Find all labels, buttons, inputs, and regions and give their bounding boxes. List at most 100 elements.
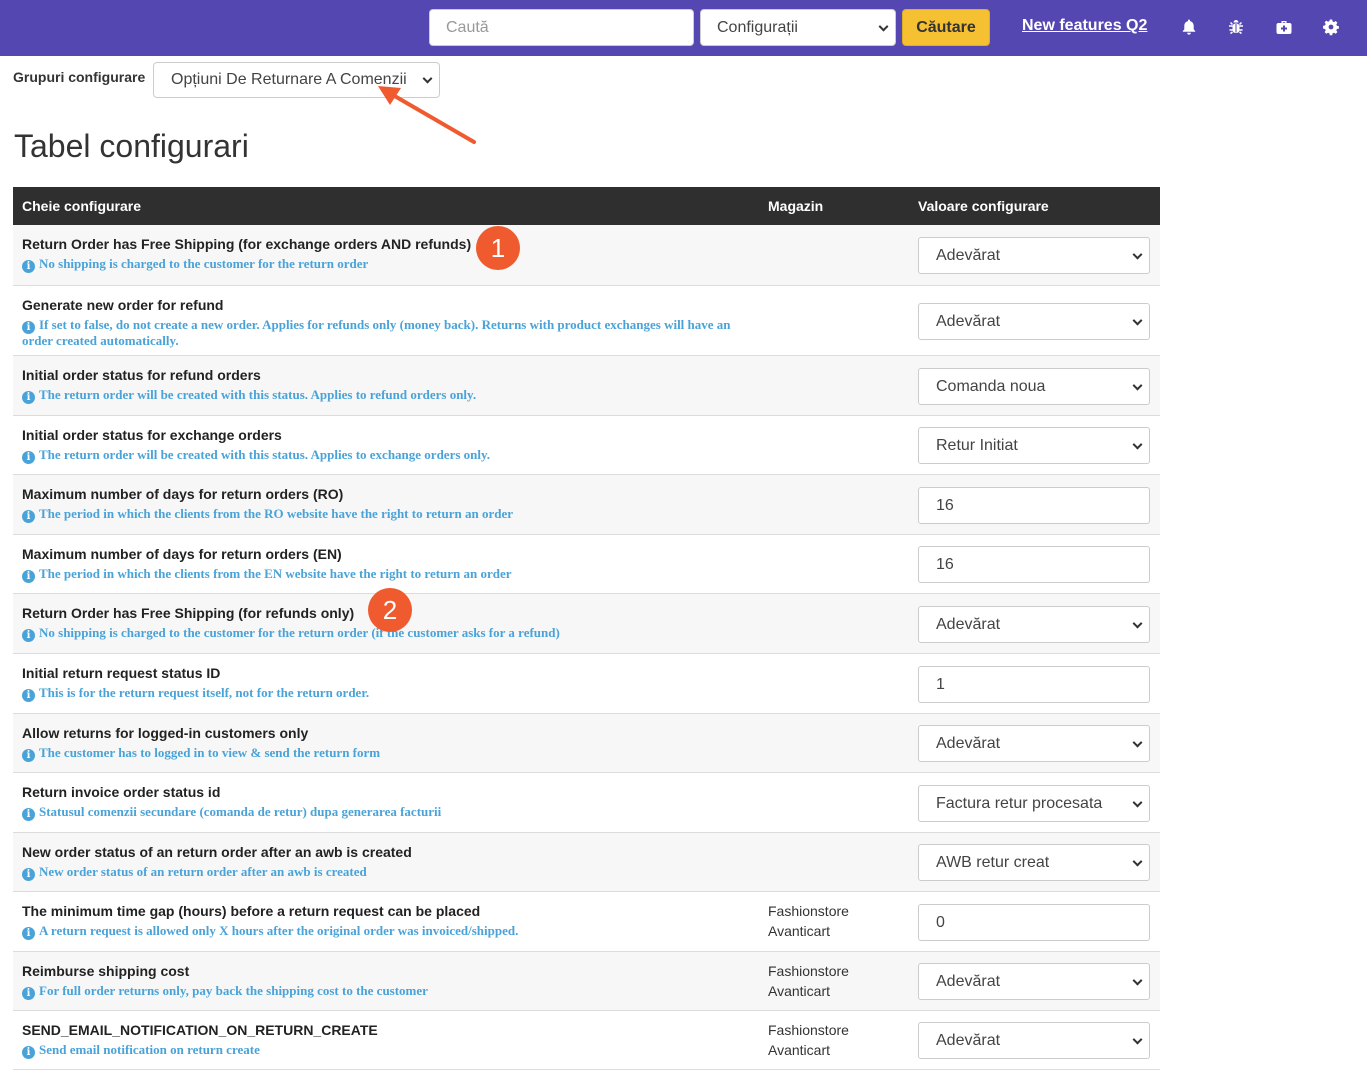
table-body: Return Order has Free Shipping (for exch… (13, 225, 1160, 1070)
config-value-select[interactable]: Comanda noua (918, 368, 1150, 405)
chevron-down-icon (1132, 797, 1143, 808)
config-key-description-text: The return order will be created with th… (39, 447, 491, 462)
config-value-input[interactable]: 0 (918, 904, 1150, 941)
config-key-description-text: The return order will be created with th… (39, 387, 477, 402)
gear-icon[interactable] (1322, 18, 1340, 36)
config-value-text: Factura retur procesata (936, 794, 1103, 812)
table-row: Reimburse shipping cost i For full order r… (13, 952, 1160, 1011)
config-value-text: AWB retur creat (936, 853, 1050, 871)
chevron-down-icon (1132, 380, 1143, 391)
store-name: Fashionstore (768, 1022, 849, 1038)
store-name: Fashionstore (768, 963, 849, 979)
info-icon: i (22, 987, 35, 1000)
config-value-select[interactable]: Retur Initiat (918, 427, 1150, 464)
config-value-input[interactable]: 16 (918, 487, 1150, 524)
info-icon: i (22, 749, 35, 762)
store-cell: Fashionstore Avanticart (768, 961, 849, 1001)
search-button[interactable]: Căutare (902, 9, 990, 46)
chevron-down-icon (1132, 975, 1143, 986)
config-key-description: i Statusul comenzii secundare (comanda de… (22, 805, 762, 821)
config-key-title: Reimburse shipping cost (22, 963, 190, 979)
config-key-description-text: For full order returns only, pay back th… (39, 983, 428, 998)
config-value-text: Adevărat (936, 734, 1001, 752)
search-scope-select[interactable]: Configurații (700, 9, 896, 46)
info-icon: i (22, 570, 35, 583)
config-value-input[interactable]: 16 (918, 546, 1150, 583)
config-key-description: i For full order returns only, pay back t… (22, 984, 762, 1000)
chevron-down-icon (1132, 439, 1143, 450)
search-input[interactable] (429, 9, 694, 46)
config-value-text: 16 (936, 496, 954, 514)
config-key-description: i The customer has to logged in to view &… (22, 746, 762, 762)
table-row: New order status of an return order afte… (13, 833, 1160, 892)
config-value-select[interactable]: Adevărat (918, 725, 1150, 762)
config-group-label: Grupuri configurare (13, 69, 146, 85)
config-key-description: i No shipping is charged to the customer … (22, 257, 762, 273)
config-key-description-text: The period in which the clients from the… (39, 506, 513, 521)
chevron-down-icon (1132, 618, 1143, 629)
config-value-select[interactable]: Adevărat (918, 963, 1150, 1000)
chevron-down-icon (1132, 737, 1143, 748)
table-header: Cheie configurare Magazin Valoare config… (13, 187, 1160, 225)
table-row: Allow returns for logged-in customers on… (13, 714, 1160, 773)
config-key-title: Maximum number of days for return orders… (22, 546, 342, 562)
config-key-description-text: No shipping is charged to the customer f… (39, 625, 560, 640)
table-row: The minimum time gap (hours) before a re… (13, 892, 1160, 952)
config-key-description: i The return order will be created with t… (22, 388, 762, 404)
info-icon: i (22, 629, 35, 642)
config-value-select[interactable]: Adevărat (918, 303, 1150, 340)
info-icon: i (22, 927, 35, 940)
config-value-text: 0 (936, 913, 945, 931)
bell-icon[interactable] (1180, 18, 1198, 36)
config-value-select[interactable]: Factura retur procesata (918, 785, 1150, 822)
medkit-icon[interactable] (1275, 18, 1293, 36)
config-key-description: i New order status of an return order aft… (22, 865, 762, 881)
config-key-description-text: The customer has to logged in to view & … (39, 745, 381, 760)
config-value-text: 16 (936, 555, 954, 573)
table-row: Return invoice order status id i Statusul … (13, 773, 1160, 833)
table-row: Initial order status for refund orders i T… (13, 356, 1160, 416)
table-row: Initial return request status ID i This is… (13, 654, 1160, 714)
config-key-title: Initial order status for refund orders (22, 367, 261, 383)
config-value-text: Adevărat (936, 615, 1001, 633)
search-scope-value: Configurații (717, 18, 798, 36)
config-key-description: i If set to false, do not create a new or… (22, 318, 762, 348)
config-key-title: Allow returns for logged-in customers on… (22, 725, 309, 741)
info-icon: i (22, 510, 35, 523)
config-value-text: Adevărat (936, 972, 1001, 990)
config-value-text: Comanda noua (936, 377, 1046, 395)
new-features-link[interactable]: New features Q2 (1022, 17, 1147, 35)
config-value-input[interactable]: 1 (918, 666, 1150, 703)
config-key-description: i A return request is allowed only X hour… (22, 924, 762, 940)
config-value-text: Adevărat (936, 312, 1001, 330)
info-icon: i (22, 391, 35, 404)
store-cell: Fashionstore Avanticart (768, 901, 849, 941)
info-icon: i (22, 689, 35, 702)
table-row: Generate new order for refund i If set to … (13, 286, 1160, 356)
config-value-select[interactable]: Adevărat (918, 237, 1150, 274)
table-row: Initial order status for exchange orders… (13, 416, 1160, 475)
config-key-title: Return invoice order status id (22, 784, 221, 800)
config-value-text: Retur Initiat (936, 436, 1018, 454)
config-value-select[interactable]: AWB retur creat (918, 844, 1150, 881)
chevron-down-icon (878, 21, 889, 32)
info-icon: i (22, 868, 35, 881)
bug-icon[interactable] (1227, 18, 1245, 36)
config-value-select[interactable]: Adevărat (918, 1022, 1150, 1059)
config-key-description: i The return order will be created with t… (22, 448, 762, 464)
store-name: Avanticart (768, 1042, 830, 1058)
config-value-select[interactable]: Adevărat (918, 606, 1150, 643)
info-icon: i (22, 451, 35, 464)
store-cell: Fashionstore Avanticart (768, 1020, 849, 1060)
config-key-description-text: Statusul comenzii secundare (comanda de … (39, 804, 442, 819)
config-value-text: Adevărat (936, 246, 1001, 264)
config-key-title: SEND_EMAIL_NOTIFICATION_ON_RETURN_CREATE (22, 1022, 378, 1038)
chevron-down-icon (1132, 249, 1143, 260)
config-key-title: Maximum number of days for return orders… (22, 486, 344, 502)
chevron-down-icon (1132, 315, 1143, 326)
config-key-description-text: Send email notification on return create (39, 1042, 260, 1057)
info-icon: i (22, 1046, 35, 1059)
config-key-description-text: If set to false, do not create a new ord… (22, 317, 731, 348)
chevron-down-icon (1132, 856, 1143, 867)
config-key-description: i This is for the return request itself, … (22, 686, 762, 702)
